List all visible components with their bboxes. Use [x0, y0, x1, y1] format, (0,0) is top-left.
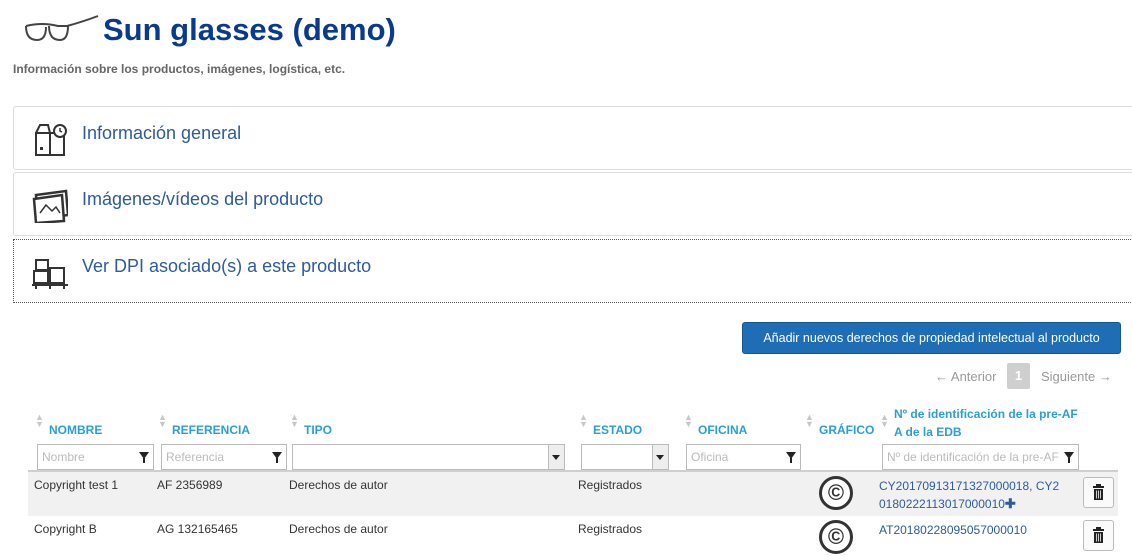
filter-oficina-input[interactable]: Oficina [686, 444, 801, 470]
column-header-oficina[interactable]: OFICINA [698, 423, 747, 437]
filter-icon[interactable] [1064, 452, 1074, 463]
filter-placeholder: Oficina [691, 450, 729, 464]
cell-nombre: Copyright test 1 [34, 478, 119, 492]
cell-referencia: AF 2356989 [157, 478, 223, 492]
page-title: Sun glasses (demo) [103, 12, 396, 47]
preaf-id-line1[interactable]: AT20180228095057000010 [879, 523, 1027, 537]
column-header-tipo[interactable]: TIPO [304, 423, 332, 437]
filter-estado-select[interactable] [581, 444, 669, 470]
filter-tipo-select[interactable] [292, 444, 565, 470]
cell-tipo: Derechos de autor [289, 478, 388, 492]
glasses-logo-icon [25, 15, 99, 42]
section-general-info[interactable]: Información general [13, 106, 1132, 170]
cell-estado: Registrados [578, 478, 643, 492]
trash-icon [1093, 527, 1104, 543]
sort-icon[interactable]: ▲ ▼ [880, 413, 889, 429]
box-clock-icon [35, 124, 67, 156]
filter-preaf-input[interactable]: Nº de identificación de la pre-AF [882, 444, 1079, 470]
cell-referencia: AG 132165465 [157, 522, 238, 536]
section-label: Ver DPI asociado(s) a este producto [82, 256, 372, 276]
column-header-grafico[interactable]: GRÁFICO [819, 423, 874, 437]
delete-button[interactable] [1083, 477, 1114, 508]
filter-icon[interactable] [272, 452, 282, 463]
pagination-prev[interactable]: ← Anterior [935, 369, 996, 384]
column-header-preaf[interactable]: Nº de identificación de la pre-AF A de l… [894, 405, 1078, 441]
preaf-link[interactable]: AT20180228095057000010 [879, 521, 1027, 539]
preaf-link[interactable]: CY20170913171327000018, CY2 018022211301… [879, 477, 1059, 513]
photos-icon [32, 189, 68, 223]
sort-icon[interactable]: ▲ ▼ [579, 413, 588, 429]
column-header-preaf-line1: Nº de identificación de la pre-AF [894, 407, 1078, 421]
copyright-icon: © [819, 520, 853, 554]
chevron-down-icon[interactable] [548, 445, 564, 469]
column-header-preaf-line2: A de la EDB [894, 425, 962, 439]
trash-icon [1093, 484, 1104, 500]
column-header-referencia[interactable]: REFERENCIA [172, 423, 250, 437]
expand-plus-icon[interactable]: ✚ [1005, 496, 1016, 511]
pagination-current-page[interactable]: 1 [1007, 363, 1030, 389]
section-associated-ipr[interactable]: Ver DPI asociado(s) a este producto [13, 239, 1132, 303]
filter-placeholder: Referencia [166, 450, 225, 464]
pallet-boxes-icon [32, 259, 68, 289]
cell-tipo: Derechos de autor [289, 522, 388, 536]
column-header-estado[interactable]: ESTADO [593, 423, 642, 437]
filter-icon[interactable] [786, 452, 796, 463]
copyright-icon: © [819, 476, 853, 510]
preaf-id-line1[interactable]: CY20170913171327000018, CY2 [879, 479, 1059, 493]
filter-placeholder: Nombre [42, 450, 85, 464]
sort-icon[interactable]: ▲ ▼ [805, 413, 814, 429]
filter-referencia-input[interactable]: Referencia [161, 444, 287, 470]
chevron-down-icon[interactable] [652, 445, 668, 469]
section-product-images[interactable]: Imágenes/vídeos del producto [13, 172, 1132, 236]
column-header-nombre[interactable]: NOMBRE [49, 423, 102, 437]
cell-nombre: Copyright B [34, 522, 97, 536]
sort-icon[interactable]: ▲ ▼ [35, 413, 44, 429]
delete-button[interactable] [1083, 520, 1114, 551]
section-label: Información general [82, 123, 242, 143]
page-subtitle: Información sobre los productos, imágene… [13, 62, 346, 76]
sort-icon[interactable]: ▲ ▼ [290, 413, 299, 429]
cell-estado: Registrados [578, 522, 643, 536]
preaf-id-line2[interactable]: 0180222113017000010 [879, 497, 1005, 511]
filter-nombre-input[interactable]: Nombre [37, 444, 154, 470]
filter-icon[interactable] [139, 452, 149, 463]
filter-placeholder: Nº de identificación de la pre-AF [887, 450, 1059, 464]
add-ipr-button[interactable]: Añadir nuevos derechos de propiedad inte… [742, 322, 1121, 354]
pagination-next[interactable]: Siguiente → [1041, 369, 1112, 384]
sort-icon[interactable]: ▲ ▼ [684, 413, 693, 429]
section-label: Imágenes/vídeos del producto [82, 189, 324, 209]
sort-icon[interactable]: ▲ ▼ [158, 413, 167, 429]
